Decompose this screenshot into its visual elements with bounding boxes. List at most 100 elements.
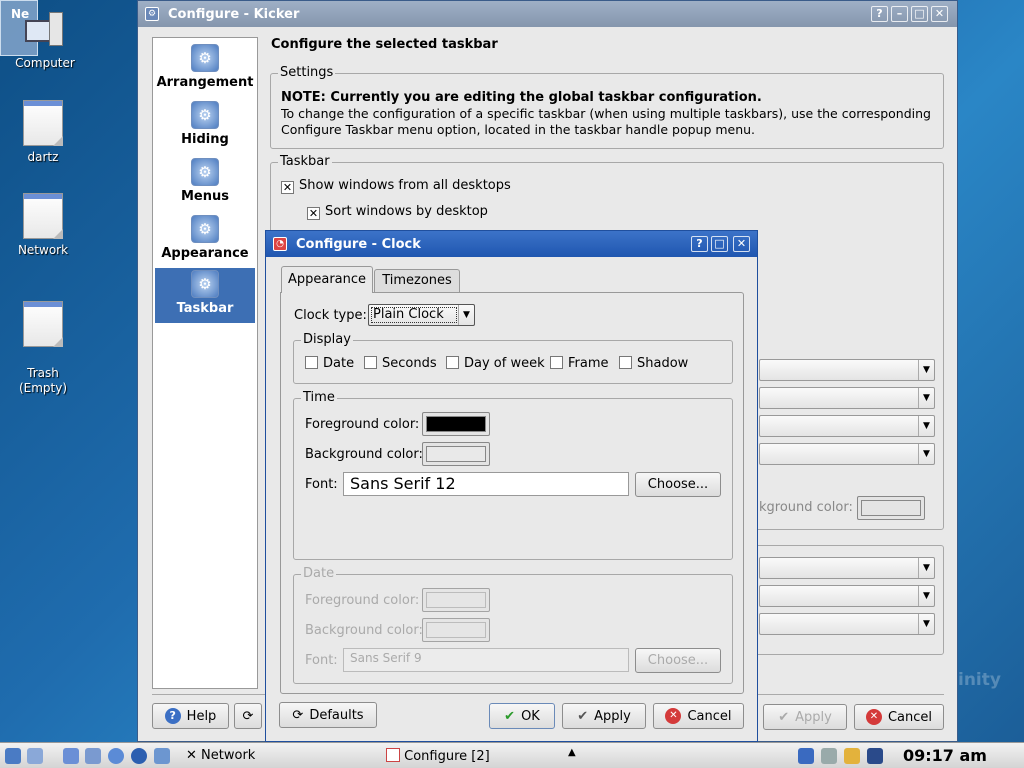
button-label: OK xyxy=(521,708,540,724)
close-button[interactable]: ✕ xyxy=(931,6,948,22)
desktop-icon-trash[interactable]: Trash (Empty) xyxy=(8,286,78,411)
taskbar-combo[interactable]: ▼ xyxy=(759,415,935,437)
settings-group: Settings NOTE: Currently you are editing… xyxy=(270,65,944,149)
choose-font-button[interactable]: Choose... xyxy=(635,472,721,497)
defaults-button[interactable]: ⟳ xyxy=(234,703,262,729)
date-group: Date Foreground color: Background color:… xyxy=(293,566,733,684)
desktop-icon-network[interactable]: Network xyxy=(8,193,78,257)
clock-type-value: Plain Clock xyxy=(371,307,457,323)
frame-checkbox[interactable]: Frame xyxy=(550,356,609,371)
chevron-down-icon: ▼ xyxy=(918,360,934,380)
foreground-color-button[interactable] xyxy=(422,588,490,612)
nav-item-arrangement[interactable]: ⚙ Arrangement xyxy=(155,42,255,97)
nav-item-label: Hiding xyxy=(181,132,229,147)
settings-text: Configure Taskbar menu option, located i… xyxy=(281,122,756,137)
maximize-button[interactable]: □ xyxy=(911,6,928,22)
apply-button[interactable]: ✔ Apply xyxy=(562,703,646,729)
display-icon[interactable] xyxy=(867,748,883,764)
group-label: Settings xyxy=(278,65,336,80)
checkbox-label: Seconds xyxy=(382,356,437,371)
nav-item-menus[interactable]: ⚙ Menus xyxy=(155,156,255,211)
shadow-checkbox[interactable]: Shadow xyxy=(619,356,688,371)
show-all-desktops-checkbox[interactable]: ✕ Show windows from all desktops xyxy=(281,178,511,194)
configure-icon xyxy=(386,748,400,762)
clock-time[interactable]: 09:17 am xyxy=(903,746,987,765)
taskbar-combo[interactable]: ▼ xyxy=(759,557,935,579)
choose-font-button[interactable]: Choose... xyxy=(635,648,721,673)
sort-by-desktop-checkbox[interactable]: ✕ Sort windows by desktop xyxy=(307,204,488,220)
klipper-icon[interactable] xyxy=(844,748,860,764)
background-color-button[interactable] xyxy=(857,496,925,520)
taskbar-combo[interactable]: ▼ xyxy=(759,387,935,409)
foreground-color-button[interactable] xyxy=(422,412,490,436)
kicker-nav: ⚙ Arrangement ⚙ Hiding ⚙ Menus ⚙ Appeara… xyxy=(152,37,258,689)
color-swatch xyxy=(861,500,921,516)
chevron-up-icon[interactable]: ▲ xyxy=(568,747,576,758)
font-field[interactable]: Sans Serif 9 xyxy=(343,648,629,672)
date-checkbox[interactable]: Date xyxy=(305,356,354,371)
page-heading: Configure the selected taskbar xyxy=(271,37,498,52)
minimize-button[interactable]: – xyxy=(891,6,908,22)
desktop-icon-dartz[interactable]: dartz xyxy=(8,100,78,164)
color-swatch xyxy=(426,592,486,608)
cancel-icon: ✕ xyxy=(665,708,682,724)
tab-timezones[interactable]: Timezones xyxy=(374,269,460,292)
button-label: Apply xyxy=(594,708,631,724)
taskbar-item-configure[interactable]: Configure [2] xyxy=(386,748,490,764)
help-title-button[interactable]: ? xyxy=(691,236,708,252)
chevron-down-icon: ▼ xyxy=(918,416,934,436)
nav-item-hiding[interactable]: ⚙ Hiding xyxy=(155,99,255,154)
show-desktop-icon[interactable] xyxy=(27,748,43,764)
background-color-button[interactable] xyxy=(422,618,490,642)
taskbar-combo[interactable]: ▼ xyxy=(759,359,935,381)
taskbar-combo[interactable]: ▼ xyxy=(759,443,935,465)
nav-item-taskbar[interactable]: ⚙ Taskbar xyxy=(155,268,255,323)
nav-item-appearance[interactable]: ⚙ Appearance xyxy=(155,213,255,268)
background-color-button[interactable] xyxy=(422,442,490,466)
desktop-icon-label: dartz xyxy=(27,150,59,164)
maximize-button[interactable]: □ xyxy=(711,236,728,252)
kicker-titlebar[interactable]: ⚙ Configure - Kicker ? – □ ✕ xyxy=(138,1,957,27)
taskbar-combo[interactable]: ▼ xyxy=(759,613,935,635)
settings-text: To change the configuration of a specifi… xyxy=(281,106,931,121)
close-button[interactable]: ✕ xyxy=(733,236,750,252)
home-icon[interactable] xyxy=(63,748,79,764)
network-tray-icon[interactable] xyxy=(821,748,837,764)
seconds-checkbox[interactable]: Seconds xyxy=(364,356,437,371)
help-title-button[interactable]: ? xyxy=(871,6,888,22)
clock-titlebar[interactable]: ◔ Configure - Clock ? □ ✕ xyxy=(266,231,757,257)
taskbar-combo[interactable]: ▼ xyxy=(759,585,935,607)
volume-icon[interactable] xyxy=(798,748,814,764)
checkbox-icon xyxy=(619,356,632,369)
day-of-week-checkbox[interactable]: Day of week xyxy=(446,356,545,371)
button-label: Defaults xyxy=(309,707,364,723)
apply-button[interactable]: ✔ Apply xyxy=(763,704,847,730)
tab-panel: Clock type: Plain Clock ▼ Display Date S… xyxy=(280,292,744,694)
help-icon[interactable] xyxy=(108,748,124,764)
kicker-window-icon[interactable]: ⚙ xyxy=(145,7,159,21)
defaults-button[interactable]: ⟳ Defaults xyxy=(279,702,377,728)
background-color-label: Background color: xyxy=(305,447,423,462)
clock-window-icon[interactable]: ◔ xyxy=(273,237,287,251)
taskbar-item-network[interactable]: ✕ Network xyxy=(186,748,255,763)
group-label: Time xyxy=(301,390,337,405)
checkbox-icon xyxy=(305,356,318,369)
button-label: Cancel xyxy=(687,708,732,724)
group-label: Taskbar xyxy=(278,154,332,169)
desktop-icon-computer[interactable]: Computer xyxy=(10,10,80,70)
help-button[interactable]: ? Help xyxy=(152,703,229,729)
color-swatch xyxy=(426,416,486,432)
tab-appearance[interactable]: Appearance xyxy=(281,266,373,293)
control-center-icon[interactable] xyxy=(85,748,101,764)
panel-taskbar: ✕ Network Configure [2] ▲ 09:17 am xyxy=(0,742,1024,768)
browser-icon[interactable] xyxy=(131,748,147,764)
ok-button[interactable]: ✔ OK xyxy=(489,703,555,729)
cancel-button[interactable]: ✕ Cancel xyxy=(854,704,944,730)
cancel-button[interactable]: ✕ Cancel xyxy=(653,703,744,729)
file-manager-icon[interactable] xyxy=(154,748,170,764)
font-field[interactable]: Sans Serif 12 xyxy=(343,472,629,496)
clock-type-select[interactable]: Plain Clock ▼ xyxy=(368,304,475,326)
kmenu-icon[interactable] xyxy=(5,748,21,764)
checkbox-label: Date xyxy=(323,356,355,371)
nav-item-label: Taskbar xyxy=(176,301,234,316)
